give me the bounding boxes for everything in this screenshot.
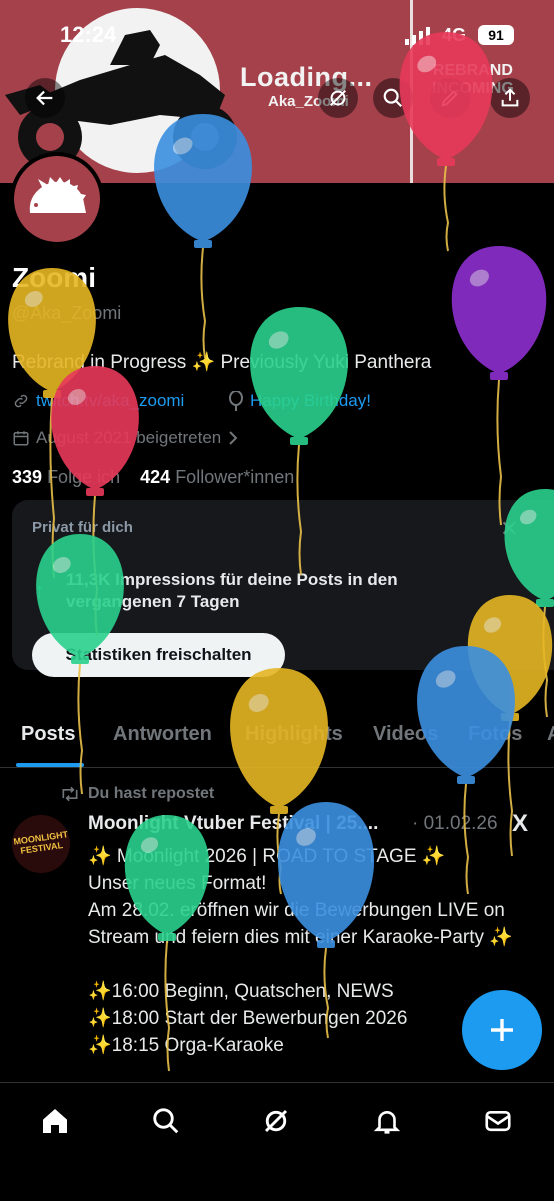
status-time: 12:24	[60, 22, 117, 47]
share-button[interactable]	[490, 78, 530, 118]
active-tab-indicator	[16, 763, 84, 767]
search-button[interactable]	[373, 78, 413, 118]
messages-icon	[485, 1110, 511, 1132]
joined-row[interactable]: August 2021 beigetreten	[12, 428, 239, 448]
plus-icon	[491, 1019, 513, 1041]
tab-replies[interactable]: Antworten	[113, 723, 212, 746]
balloon-purple	[451, 246, 547, 526]
nav-search[interactable]	[146, 1101, 186, 1141]
chevron-right-icon	[229, 431, 238, 445]
following-label: Folge ich	[47, 467, 121, 487]
grok-button[interactable]	[318, 78, 358, 118]
nav-notifications[interactable]	[367, 1101, 407, 1141]
notifications-icon	[373, 1111, 401, 1134]
network-type: 4G	[442, 25, 467, 45]
birthday-text: Happy Birthday!	[250, 391, 371, 410]
profile-handle: @Aka_Zoomi	[12, 303, 122, 323]
link-icon	[14, 394, 28, 408]
joined-text: August 2021 beigetreten	[36, 428, 222, 447]
profile-bio: Rebrand in Progress ✨ Previously Yuki Pa…	[12, 352, 432, 373]
repost-label: Du hast repostet	[88, 785, 215, 802]
edit-button[interactable]	[430, 78, 470, 118]
profile-name: Zoomi	[12, 262, 96, 293]
compose-button[interactable]	[462, 990, 542, 1070]
followers-count: 424	[140, 467, 171, 487]
share-icon	[501, 88, 519, 107]
impressions-text: 11,3K Impressions für deine Posts in den…	[66, 570, 398, 611]
edit-icon	[441, 90, 458, 107]
private-label: Privat für dich	[32, 519, 133, 536]
signal-icon	[405, 27, 430, 45]
search-icon	[383, 88, 403, 108]
followers-stat[interactable]: 424 Follower*innen	[140, 467, 294, 487]
post-avatar-text: MOONLIGHT FESTIVAL	[12, 829, 69, 856]
trend-up-icon: ↑	[34, 578, 45, 603]
calendar-icon	[13, 431, 29, 446]
grok-icon	[264, 1109, 288, 1133]
tab-videos[interactable]: Videos	[373, 723, 438, 746]
tab-more[interactable]: A	[547, 723, 554, 746]
following-stat[interactable]: 339 Folge ich	[12, 467, 120, 487]
birthday-row: Happy Birthday!	[228, 391, 371, 411]
search-icon	[153, 1108, 179, 1134]
private-insights-card: Privat für dich ✕ ↑ 11,3K Impressions fü…	[12, 500, 554, 677]
post-date: · 01.02.26	[412, 813, 498, 834]
hedgehog-icon	[29, 177, 86, 213]
post-author[interactable]: Moonlight Vtuber Festival | 25....	[88, 813, 378, 835]
nav-grok[interactable]	[256, 1101, 296, 1141]
status-bar: 12:24 4G 91	[0, 0, 554, 70]
back-button[interactable]	[25, 78, 65, 118]
avatar-image	[14, 156, 100, 242]
close-icon[interactable]: ✕	[500, 516, 518, 542]
home-icon	[43, 1109, 67, 1133]
nav-home[interactable]	[35, 1101, 75, 1141]
balloon-icon	[229, 391, 243, 411]
profile-link[interactable]: twitch.tv/aka_zoomi	[36, 391, 184, 411]
grok-icon	[329, 89, 347, 107]
nav-messages[interactable]	[478, 1101, 518, 1141]
profile-stats: 339 Folge ich 424 Follower*innen	[12, 467, 294, 488]
post-avatar[interactable]: MOONLIGHT FESTIVAL	[12, 815, 70, 873]
profile-tabs: Posts Antworten Highlights Videos Fotos …	[0, 715, 554, 768]
repost-icon	[62, 786, 78, 802]
profile-link-row[interactable]: twitch.tv/aka_zoomi	[12, 391, 184, 411]
battery-level: 91	[478, 25, 514, 45]
following-count: 339	[12, 467, 43, 487]
profile-avatar[interactable]	[10, 152, 104, 246]
repost-indicator: Du hast repostet	[60, 785, 214, 803]
tab-posts[interactable]: Posts	[21, 723, 75, 746]
tab-highlights[interactable]: Highlights	[245, 723, 343, 746]
unlock-stats-button[interactable]: Statistiken freischalten	[32, 633, 285, 677]
followers-label: Follower*innen	[175, 467, 295, 487]
tab-photos[interactable]: Fotos	[468, 723, 522, 746]
bottom-navigation	[0, 1082, 554, 1201]
back-arrow-icon	[36, 90, 53, 106]
x-logo-icon: X	[512, 810, 529, 837]
